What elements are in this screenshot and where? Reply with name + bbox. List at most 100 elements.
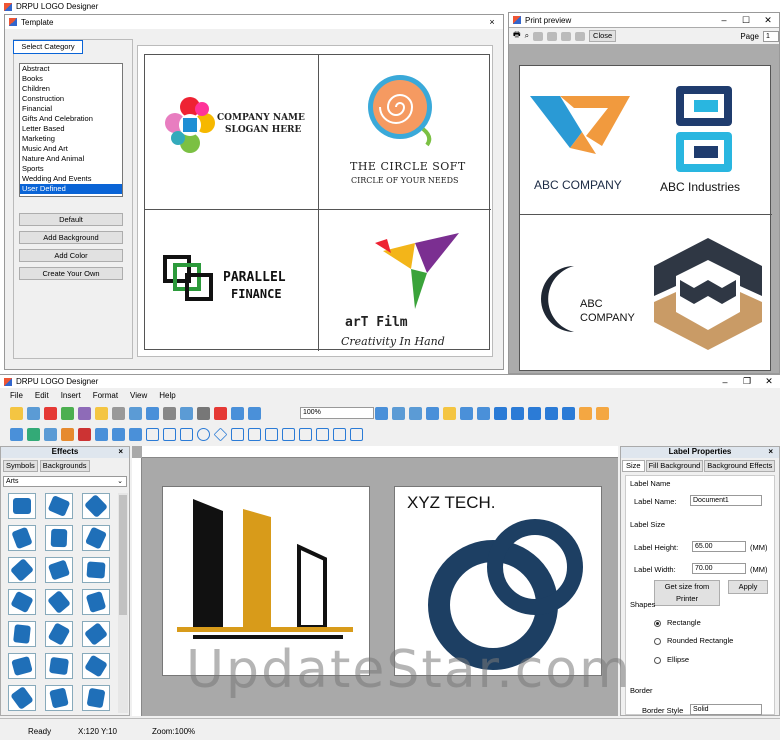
open-folder-icon[interactable]	[95, 406, 108, 420]
close-icon[interactable]: ×	[768, 447, 773, 456]
rounded-rect-icon[interactable]	[180, 427, 193, 441]
symbol-tile[interactable]	[8, 493, 36, 519]
effects-scrollbar[interactable]	[118, 493, 128, 713]
category-item[interactable]: Construction	[20, 94, 122, 104]
unlock-icon[interactable]	[596, 406, 609, 420]
burst-icon[interactable]	[265, 427, 278, 441]
text-icon[interactable]	[10, 427, 23, 441]
apply-button[interactable]: Apply	[728, 580, 768, 594]
category-item[interactable]: Sports	[20, 164, 122, 174]
symbol-tile[interactable]	[82, 557, 110, 583]
add-background-button[interactable]: Add Background	[19, 231, 123, 244]
label-name-input[interactable]: Document1	[690, 495, 762, 506]
four-page-icon[interactable]	[575, 31, 586, 41]
symbol-tile[interactable]	[82, 525, 110, 551]
symbol-tile[interactable]	[8, 589, 36, 615]
two-page-icon[interactable]	[547, 31, 558, 41]
edit-icon[interactable]	[443, 406, 456, 420]
symbol-tile[interactable]	[8, 525, 36, 551]
circle-swirl-logo[interactable]	[365, 69, 435, 149]
menu-view[interactable]: View	[130, 391, 147, 400]
parallel-finance-logo[interactable]	[163, 251, 217, 303]
one-page-icon[interactable]	[533, 31, 544, 41]
zoom-out-icon[interactable]	[248, 406, 261, 420]
category-item[interactable]: Marketing	[20, 134, 122, 144]
picture-icon[interactable]	[95, 427, 108, 441]
curve-icon[interactable]	[350, 427, 363, 441]
category-item[interactable]: Music And Art	[20, 144, 122, 154]
close-icon[interactable]: ✕	[758, 376, 780, 387]
symbol-tile[interactable]	[8, 685, 36, 711]
align-top-icon[interactable]	[545, 406, 558, 420]
label-height-input[interactable]: 65.00	[692, 541, 746, 552]
symbol-tile[interactable]	[45, 525, 73, 551]
zoom-icon[interactable]: ⌕	[525, 31, 529, 41]
close-icon[interactable]: ✕	[757, 15, 779, 26]
align-left-icon[interactable]	[494, 406, 507, 420]
create-your-own-button[interactable]: Create Your Own	[19, 267, 123, 280]
symbol-tile[interactable]	[45, 653, 73, 679]
symbol-tile[interactable]	[45, 589, 73, 615]
page-input[interactable]: 1	[763, 30, 779, 42]
symbol-tile[interactable]	[45, 621, 73, 647]
category-item[interactable]: Books	[20, 74, 122, 84]
open-icon[interactable]	[27, 406, 40, 420]
shape-ellipse[interactable]: Ellipse	[654, 655, 689, 664]
tab-fill-background[interactable]: Fill Background	[645, 460, 704, 472]
watermark-icon[interactable]	[78, 427, 91, 441]
right-triangle-icon[interactable]	[316, 427, 329, 441]
symbol-tile[interactable]	[8, 621, 36, 647]
symbol-tile[interactable]	[82, 653, 110, 679]
tab-symbols[interactable]: Symbols	[3, 460, 38, 472]
print-icon[interactable]: 🖶	[513, 29, 521, 43]
symbol-icon[interactable]	[129, 427, 142, 441]
symbol-tile[interactable]	[45, 557, 73, 583]
arc-icon[interactable]	[248, 427, 261, 441]
group-icon[interactable]	[460, 406, 473, 420]
redo-icon[interactable]	[146, 406, 159, 420]
library-icon[interactable]	[61, 427, 74, 441]
category-item[interactable]: Children	[20, 84, 122, 94]
symbol-tile[interactable]	[82, 493, 110, 519]
get-size-from-printer-button[interactable]: Get size from Printer	[654, 580, 720, 606]
barcode-icon[interactable]	[44, 427, 57, 441]
signature-icon[interactable]	[112, 427, 125, 441]
symbol-category-select[interactable]: Arts ⌄	[3, 476, 127, 487]
maximize-icon[interactable]: ☐	[735, 15, 757, 26]
symbol-tile[interactable]	[82, 621, 110, 647]
restore-icon[interactable]: ❐	[736, 376, 758, 387]
tab-background-effects[interactable]: Background Effects	[704, 460, 776, 472]
flower-logo[interactable]	[165, 95, 215, 157]
save-icon[interactable]	[61, 406, 74, 420]
default-button[interactable]: Default	[19, 213, 123, 226]
symbol-tile[interactable]	[82, 685, 110, 711]
menu-help[interactable]: Help	[159, 391, 175, 400]
category-item[interactable]: Letter Based	[20, 124, 122, 134]
close-preview-button[interactable]: Close	[589, 30, 617, 42]
minimize-icon[interactable]: –	[713, 15, 735, 25]
zoom-out-icon[interactable]	[375, 406, 388, 420]
symbol-tile[interactable]	[45, 685, 73, 711]
shape-rounded-rectangle[interactable]: Rounded Rectangle	[654, 636, 733, 645]
undo-icon[interactable]	[129, 406, 142, 420]
ungroup-icon[interactable]	[477, 406, 490, 420]
category-item[interactable]: Nature And Animal	[20, 154, 122, 164]
category-item[interactable]: Financial	[20, 104, 122, 114]
close-icon[interactable]: ×	[481, 17, 503, 27]
fit-page-icon[interactable]	[392, 406, 405, 420]
symbol-tile[interactable]	[82, 589, 110, 615]
border-style-select[interactable]: Solid	[690, 704, 762, 715]
align-center-icon[interactable]	[528, 406, 541, 420]
zoom-select[interactable]: 100%	[300, 407, 374, 419]
select-category-tab[interactable]: Select Category	[13, 40, 83, 54]
add-color-button[interactable]: Add Color	[19, 249, 123, 262]
art-film-logo[interactable]	[375, 233, 459, 309]
close-icon[interactable]: ×	[118, 447, 123, 456]
symbol-tile[interactable]	[8, 557, 36, 583]
diamond-icon[interactable]	[213, 427, 228, 441]
shape-rectangle[interactable]: Rectangle	[654, 618, 701, 627]
category-list[interactable]: Abstract Books Children Construction Financi…	[19, 63, 123, 197]
align-bottom-icon[interactable]	[562, 406, 575, 420]
left-triangle-icon[interactable]	[333, 427, 346, 441]
ellipse-icon[interactable]	[197, 427, 210, 441]
